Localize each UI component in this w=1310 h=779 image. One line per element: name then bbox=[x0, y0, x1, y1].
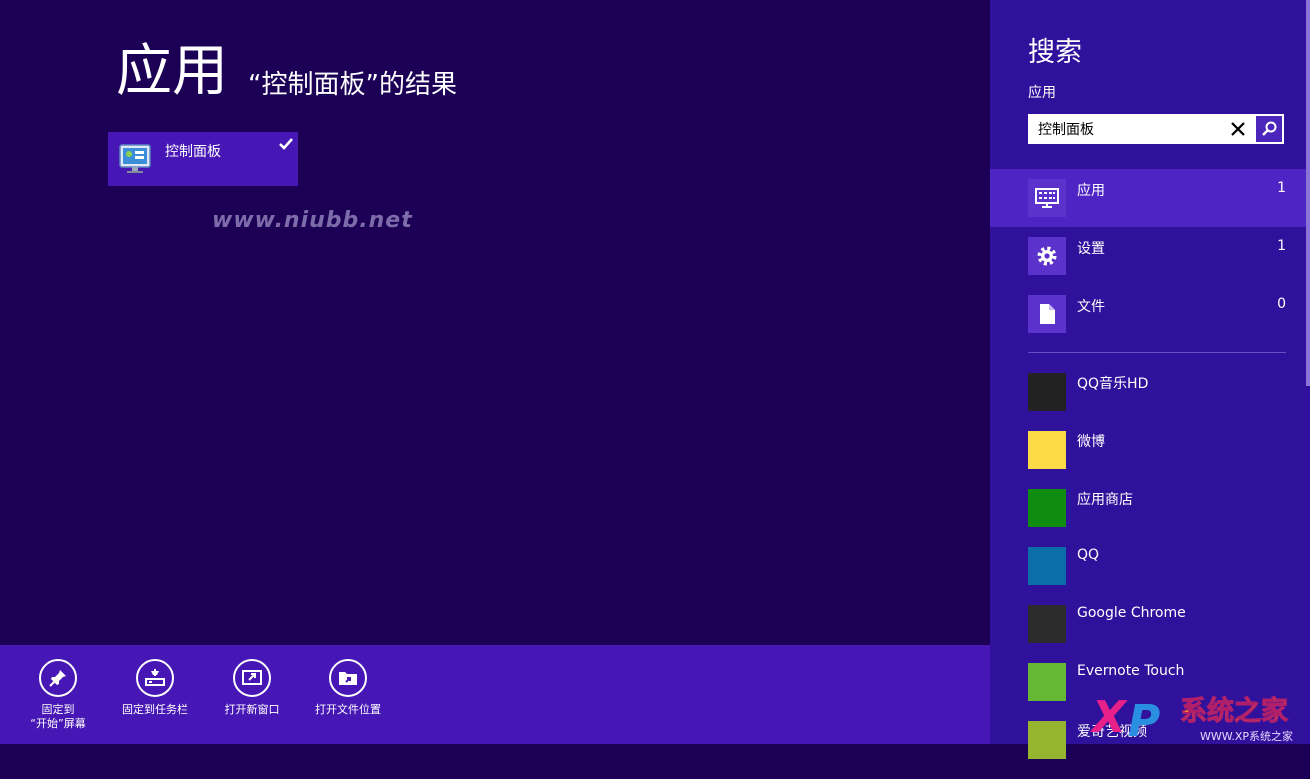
open-folder-icon bbox=[339, 672, 357, 685]
open-new-window-button[interactable]: 打开新窗口 bbox=[202, 659, 302, 717]
new-window-icon bbox=[242, 670, 262, 685]
category-settings-label: 设置 bbox=[1077, 241, 1105, 257]
app-item-store[interactable]: 应用商店 bbox=[990, 489, 1308, 547]
category-files[interactable]: 文件 0 bbox=[990, 285, 1308, 343]
app-item-weibo[interactable]: 微博 bbox=[990, 431, 1308, 489]
results-heading: 应用 bbox=[116, 39, 228, 104]
app-tile-icon bbox=[1028, 547, 1066, 585]
search-input[interactable] bbox=[1028, 114, 1234, 144]
app-bar: 固定到 “开始”屏幕 固定到任务栏 打开新窗口 打开文件位置 bbox=[0, 645, 990, 744]
app-item-label: 应用商店 bbox=[1077, 492, 1133, 508]
category-apps-label: 应用 bbox=[1077, 183, 1105, 199]
control-panel-icon bbox=[119, 144, 151, 173]
search-box bbox=[1028, 114, 1284, 144]
pane-scrollbar[interactable] bbox=[1306, 0, 1310, 386]
category-apps[interactable]: 应用 1 bbox=[990, 169, 1308, 227]
category-settings[interactable]: 设置 1 bbox=[990, 227, 1308, 285]
app-item-label: QQ bbox=[1077, 547, 1100, 563]
search-button[interactable] bbox=[1256, 116, 1282, 142]
category-files-label: 文件 bbox=[1077, 299, 1105, 315]
app-tile-icon bbox=[1028, 721, 1066, 759]
open-file-location-label: 打开文件位置 bbox=[315, 703, 381, 716]
checkmark-icon bbox=[279, 138, 293, 150]
watermark-text: www.niubb.net bbox=[212, 208, 413, 233]
app-tile-icon bbox=[1028, 489, 1066, 527]
pin-icon bbox=[49, 670, 66, 687]
app-item-label: QQ音乐HD bbox=[1077, 376, 1149, 392]
svg-text:P: P bbox=[1128, 696, 1160, 744]
file-icon bbox=[1040, 304, 1055, 324]
app-item-qq-music-hd[interactable]: QQ音乐HD bbox=[990, 373, 1308, 431]
app-item-qq[interactable]: QQ bbox=[990, 547, 1308, 605]
app-tile-icon bbox=[1028, 605, 1066, 643]
svg-text:X: X bbox=[1090, 692, 1128, 743]
svg-text:系统之家: 系统之家 bbox=[1180, 695, 1288, 727]
category-settings-count: 1 bbox=[1277, 238, 1286, 254]
pin-to-taskbar-button[interactable]: 固定到任务栏 bbox=[105, 659, 205, 717]
pane-divider bbox=[1028, 352, 1286, 353]
result-tile-control-panel[interactable]: 控制面板 bbox=[108, 132, 298, 186]
xp-home-logo: X P 系统之家 WWW.XP系统之家 bbox=[1090, 692, 1293, 744]
taskbar-pin-icon bbox=[145, 669, 165, 686]
pin-to-start-label: 固定到 “开始”屏幕 bbox=[30, 703, 86, 730]
app-tile-icon bbox=[1028, 431, 1066, 469]
apps-icon bbox=[1035, 188, 1059, 208]
app-item-label: Evernote Touch bbox=[1077, 663, 1185, 679]
category-apps-count: 1 bbox=[1277, 180, 1286, 196]
open-new-window-label: 打开新窗口 bbox=[224, 703, 280, 716]
pin-to-start-button[interactable]: 固定到 “开始”屏幕 bbox=[8, 659, 108, 731]
app-tile-icon bbox=[1028, 373, 1066, 411]
app-tile-icon bbox=[1028, 663, 1066, 701]
app-item-label: Google Chrome bbox=[1077, 605, 1186, 621]
category-files-count: 0 bbox=[1277, 296, 1286, 312]
clear-icon[interactable] bbox=[1228, 119, 1248, 139]
gear-icon bbox=[1037, 246, 1057, 266]
search-scope-label: 应用 bbox=[1028, 85, 1056, 101]
open-file-location-button[interactable]: 打开文件位置 bbox=[298, 659, 398, 717]
app-item-google-chrome[interactable]: Google Chrome bbox=[990, 605, 1308, 663]
result-tile-label: 控制面板 bbox=[165, 144, 221, 160]
app-item-label: 微博 bbox=[1077, 434, 1105, 450]
results-subheading: “控制面板”的结果 bbox=[248, 70, 457, 100]
search-pane: 搜索 应用 应用 1 bbox=[990, 0, 1310, 759]
svg-text:WWW.XP系统之家: WWW.XP系统之家 bbox=[1200, 729, 1293, 743]
search-icon bbox=[1262, 121, 1277, 136]
search-pane-title: 搜索 bbox=[1028, 37, 1082, 68]
pin-to-taskbar-label: 固定到任务栏 bbox=[122, 703, 188, 716]
